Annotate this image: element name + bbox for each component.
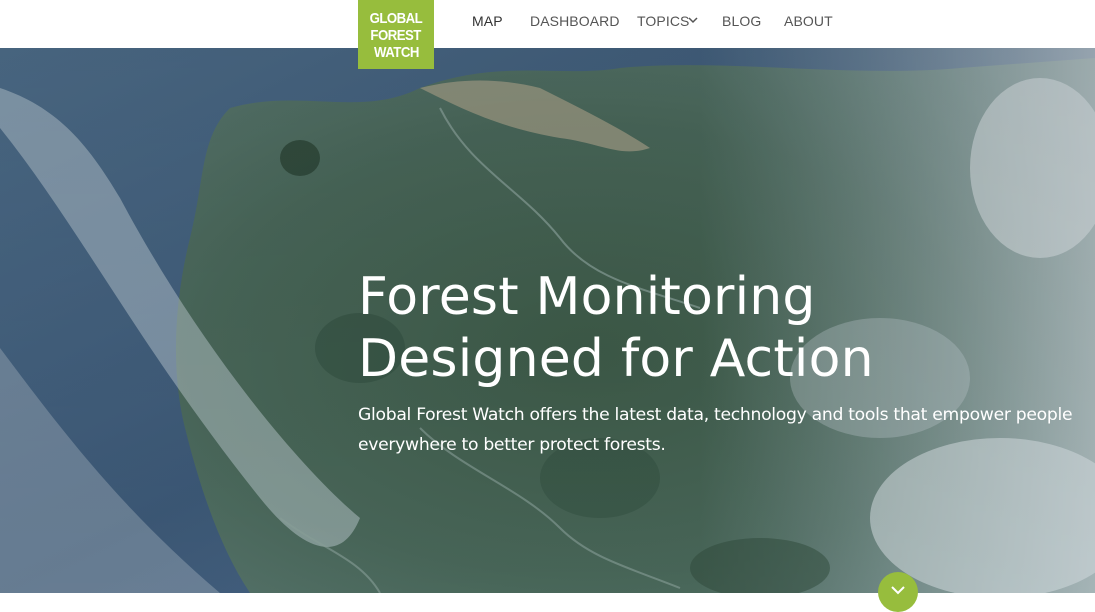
chevron-down-icon[interactable]: [688, 16, 698, 24]
hero-title: Forest Monitoring Designed for Action: [358, 266, 874, 390]
chevron-down-icon: [891, 586, 905, 595]
global-forest-watch-logo[interactable]: GLOBAL FOREST WATCH: [358, 0, 434, 69]
nav-item-about[interactable]: ABOUT: [784, 13, 833, 29]
hero-title-line-2: Designed for Action: [358, 329, 874, 389]
nav-item-map[interactable]: MAP: [472, 13, 503, 29]
page-bottom-edge: [0, 593, 1095, 599]
hero-section: Forest Monitoring Designed for Action Gl…: [0, 48, 1095, 593]
nav-item-dashboard[interactable]: DASHBOARD: [530, 13, 620, 29]
nav-item-blog[interactable]: BLOG: [722, 13, 761, 29]
logo-line-2: FOREST: [370, 27, 422, 44]
hero-subtitle: Global Forest Watch offers the latest da…: [358, 405, 1073, 455]
logo-line-3: WATCH: [373, 44, 419, 61]
scroll-down-button[interactable]: [878, 572, 918, 612]
logo-line-1: GLOBAL: [369, 10, 423, 27]
hero-title-line-1: Forest Monitoring: [358, 267, 816, 327]
site-header: GLOBAL FOREST WATCH MAP DASHBOARD TOPICS…: [0, 0, 1095, 69]
nav-item-topics[interactable]: TOPICS: [637, 13, 689, 29]
